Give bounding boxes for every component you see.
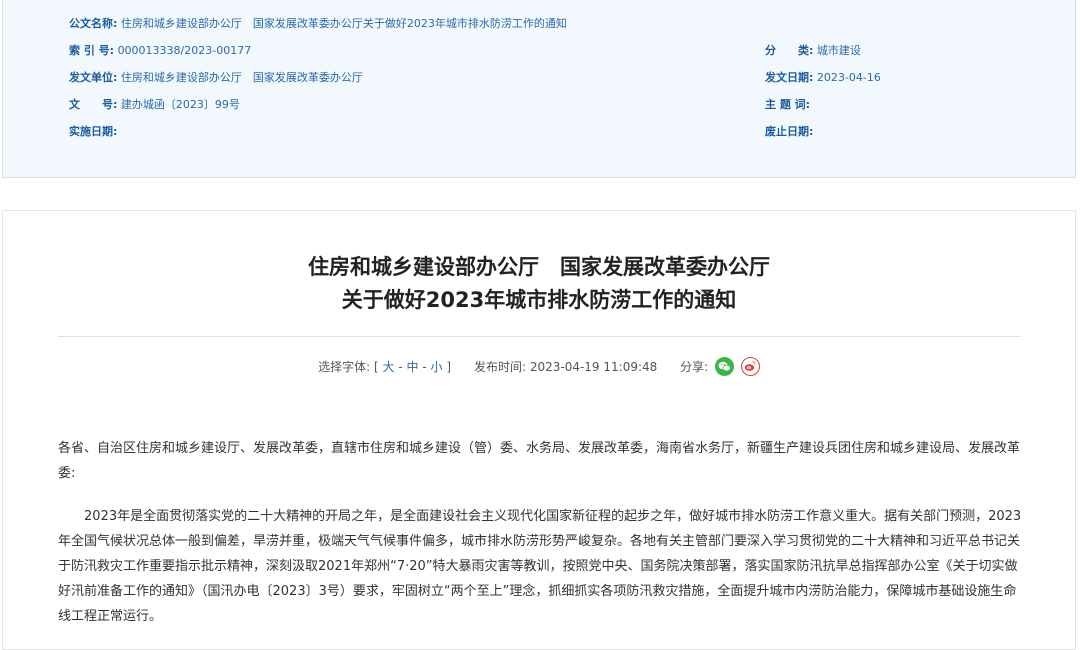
meta-category-label: 分 类: [765,44,814,57]
font-sep-1: - [398,360,403,374]
body-paragraph-1: 2023年是全面贯彻落实党的二十大精神的开局之年，是全面建设社会主义现代化国家新… [58,509,1022,624]
meta-effective-label: 实施日期: [69,125,118,138]
font-sep-2: - [422,360,427,374]
publish-time-value: 2023-04-19 11:09:48 [529,360,658,374]
meta-index-label: 索 引 号: [69,44,115,57]
weibo-icon[interactable] [740,357,760,376]
recipients-paragraph: 各省、自治区住房和城乡建设厅、发展改革委，直辖市住房和城乡建设（管）委、水务局、… [58,441,1021,481]
meta-doc-name: 公文名称: 住房和城乡建设部办公厅 国家发展改革委办公厅关于做好2023年城市排… [69,15,567,33]
font-large-link[interactable]: 大 [383,360,395,374]
font-select-label: 选择字体: [318,360,371,374]
meta-issue-date-value: 2023-04-16 [816,71,881,84]
font-bracket-open: [ [373,360,379,374]
meta-subject: 主 题 词: [765,96,810,114]
meta-expire: 废止日期: [765,123,813,141]
meta-issue-date-label: 发文日期: [765,71,814,84]
meta-doc-name-label: 公文名称: [69,17,118,30]
wechat-icon[interactable] [715,357,735,376]
document-metadata-panel: 公文名称: 住房和城乡建设部办公厅 国家发展改革委办公厅关于做好2023年城市排… [2,0,1076,178]
meta-index: 索 引 号: 000013338/2023-00177 [69,42,251,60]
title-divider [58,336,1021,337]
meta-issue-date: 发文日期: 2023-04-16 [765,69,881,87]
article-title-line2: 关于做好2023年城市排水防涝工作的通知 [341,288,737,312]
font-bracket-close: ] [446,360,452,374]
meta-subject-label: 主 题 词: [765,98,811,111]
meta-issuer: 发文单位: 住房和城乡建设部办公厅 国家发展改革委办公厅 [69,69,363,87]
meta-doc-name-value: 住房和城乡建设部办公厅 国家发展改革委办公厅关于做好2023年城市排水防涝工作的… [120,17,567,30]
article-panel: 住房和城乡建设部办公厅 国家发展改革委办公厅 关于做好2023年城市排水防涝工作… [2,210,1076,650]
meta-doc-no: 文 号: 建办城函〔2023〕99号 [69,96,240,114]
meta-category: 分 类: 城市建设 [765,42,861,60]
meta-doc-no-label: 文 号: [69,98,118,111]
meta-index-value: 000013338/2023-00177 [117,44,252,57]
publish-time-label: 发布时间: [473,360,526,374]
share-label: 分享: [680,360,709,374]
font-medium-link[interactable]: 中 [407,360,419,374]
meta-effective: 实施日期: [69,123,117,141]
meta-category-value: 城市建设 [816,44,861,57]
meta-issuer-value: 住房和城乡建设部办公厅 国家发展改革委办公厅 [120,71,363,84]
meta-issuer-label: 发文单位: [69,71,118,84]
article-title-line1: 住房和城乡建设部办公厅 国家发展改革委办公厅 [308,255,770,279]
font-small-link[interactable]: 小 [431,360,443,374]
article-info-bar: 选择字体: [ 大 - 中 - 小 ] 发布时间: 2023-04-19 11:… [3,356,1075,378]
meta-doc-no-value: 建办城函〔2023〕99号 [120,98,240,111]
meta-expire-label: 废止日期: [765,125,814,138]
